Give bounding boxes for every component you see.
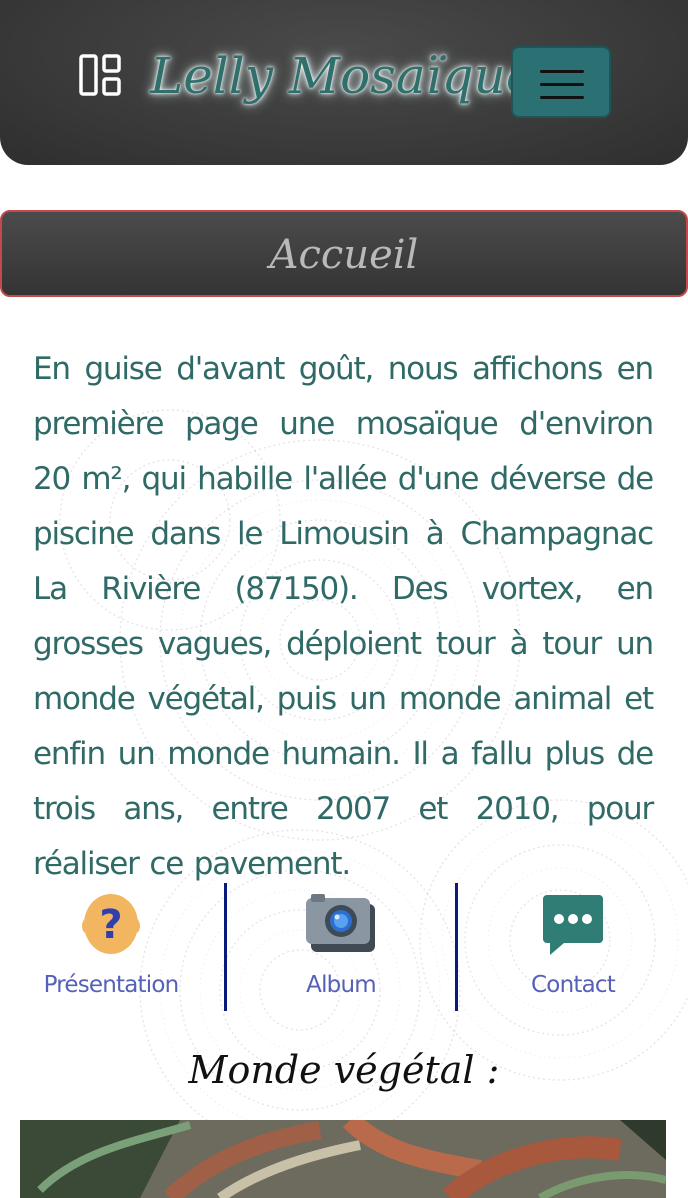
site-brand[interactable]: Lelly Mosaïque [150,36,535,116]
nav-label-presentation: Présentation [43,972,180,998]
page-title-bar: Accueil [0,210,688,297]
nav-label-album: Album [306,972,377,998]
section-title: Monde végétal : [188,1048,500,1092]
mosaic-photo [20,1120,666,1198]
site-header: Lelly Mosaïque [0,0,688,165]
nav-divider [455,883,458,1011]
dashboard-icon[interactable] [79,54,121,96]
nav-item-contact[interactable]: Contact [473,880,673,1010]
nav-label-contact: Contact [531,972,616,998]
svg-text:?: ? [99,902,122,948]
chat-icon [543,895,603,955]
quick-nav: ? Présentation Album Contact [0,880,688,1015]
nav-item-presentation[interactable]: ? Présentation [11,880,211,1010]
page-title: Accueil [269,232,419,278]
question-icon: ? [82,894,140,954]
menu-toggle-button[interactable] [511,46,611,118]
nav-divider [224,883,227,1011]
camera-icon [306,894,375,952]
nav-item-album[interactable]: Album [241,880,441,1010]
intro-paragraph: En guise d'avant goût, nous affichons en… [33,351,654,882]
